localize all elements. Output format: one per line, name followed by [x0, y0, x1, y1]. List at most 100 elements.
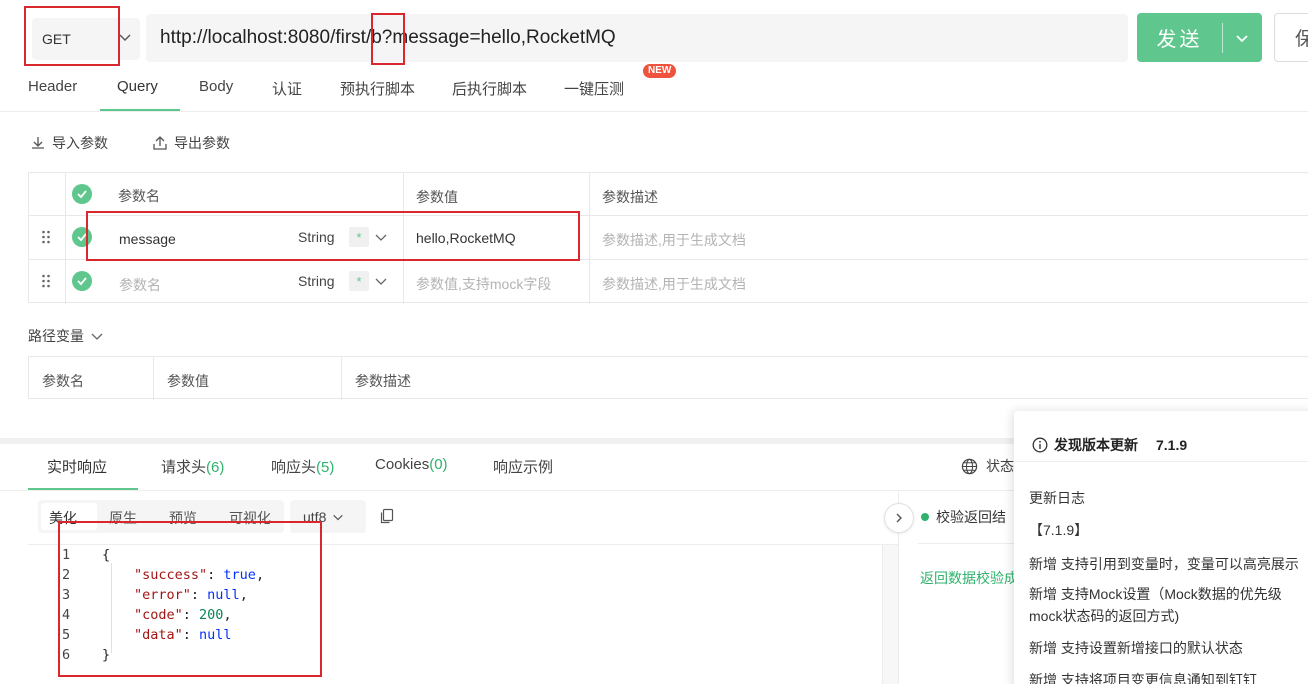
- url-input[interactable]: http://localhost:8080/first/b?message=he…: [146, 14, 1128, 62]
- tab-body[interactable]: Body: [199, 78, 233, 95]
- header-param-name: 参数名: [118, 188, 160, 204]
- json-tail: ,: [239, 587, 248, 603]
- validation-link[interactable]: 返回数据校验成: [920, 568, 1018, 588]
- chevron-down-icon: [91, 333, 103, 340]
- code-line: "success": true,: [134, 567, 265, 583]
- import-icon: [32, 137, 44, 149]
- code-line: {: [102, 547, 111, 563]
- changelog-version: 【7.1.9】: [1029, 522, 1089, 538]
- method-select[interactable]: GET: [32, 18, 140, 60]
- tab-load-test[interactable]: 一键压测: [564, 78, 624, 99]
- tab-pre-script[interactable]: 预执行脚本: [340, 78, 415, 99]
- chevron-down-icon[interactable]: [374, 274, 388, 288]
- tab-request-headers-label: 请求头: [161, 459, 207, 476]
- tab-realtime-response[interactable]: 实时响应: [47, 456, 107, 477]
- path-vars-toggle[interactable]: 路径变量: [28, 326, 104, 346]
- header-param-desc: 参数描述: [602, 189, 658, 205]
- param-value-input[interactable]: 参数值,支持mock字段: [416, 274, 551, 294]
- json-value: 200: [199, 607, 224, 623]
- view-mode-group: 美化 原生 预览 可视化: [38, 500, 284, 533]
- row-enable-checkbox[interactable]: [72, 271, 92, 291]
- tab-header[interactable]: Header: [28, 78, 77, 95]
- tab-cookies[interactable]: Cookies(0): [375, 456, 448, 473]
- import-params-button[interactable]: 导入参数: [30, 133, 108, 153]
- response-headers-count: (5): [316, 459, 335, 476]
- send-options-chevron-icon[interactable]: [1223, 30, 1261, 46]
- row-divider: [29, 259, 1308, 260]
- validation-divider: [918, 543, 1014, 544]
- validation-check-label: 校验返回结: [936, 509, 1006, 525]
- param-name-input[interactable]: message: [119, 231, 176, 247]
- required-toggle[interactable]: *: [349, 271, 369, 291]
- globe-icon: [961, 458, 978, 474]
- col-divider: [153, 357, 154, 400]
- line-number: 5: [62, 627, 71, 643]
- json-tail: ,: [255, 567, 265, 583]
- view-mode-preview[interactable]: 预览: [169, 508, 197, 528]
- tab-post-script[interactable]: 后执行脚本: [452, 78, 527, 99]
- tabs-divider: [0, 111, 1308, 112]
- chevron-right-icon: [896, 513, 902, 523]
- status-label: 状态: [986, 458, 1014, 474]
- chevron-down-icon: [333, 514, 344, 520]
- response-tabs-divider: [0, 490, 1015, 491]
- notification-title-row: 发现版本更新 7.1.9: [1032, 435, 1187, 455]
- validation-status: 校验返回结: [921, 507, 1006, 527]
- json-key: "success": [134, 567, 208, 583]
- response-body-viewer[interactable]: 1 2 3 4 5 6 { "success": true, "error": …: [28, 544, 898, 684]
- header-param-value: 参数值: [416, 189, 458, 205]
- tab-response-headers[interactable]: 响应头(5): [271, 456, 334, 477]
- drag-handle-icon[interactable]: [41, 274, 51, 288]
- code-scrollbar[interactable]: [882, 545, 898, 684]
- send-label: 发送: [1156, 29, 1203, 51]
- tab-cookies-label: Cookies: [375, 456, 430, 473]
- view-mode-pretty[interactable]: 美化: [49, 508, 77, 528]
- param-name-input[interactable]: 参数名: [119, 275, 161, 295]
- tab-response-example[interactable]: 响应示例: [493, 456, 553, 477]
- view-mode-visual[interactable]: 可视化: [229, 508, 271, 528]
- row-enable-checkbox[interactable]: [72, 227, 92, 247]
- param-desc-input[interactable]: 参数描述,用于生成文档: [602, 230, 746, 250]
- select-all-checkbox[interactable]: [72, 184, 92, 204]
- export-params-button[interactable]: 导出参数: [152, 133, 230, 153]
- tab-request-headers[interactable]: 请求头(6): [161, 456, 224, 477]
- update-notification: 发现版本更新 7.1.9 更新日志 【7.1.9】 新增 支持引用到变量时，变量…: [1014, 411, 1308, 684]
- chevron-down-icon[interactable]: [374, 230, 388, 244]
- encoding-select[interactable]: utf8: [290, 500, 366, 533]
- check-icon: [77, 190, 87, 199]
- json-value: true: [223, 567, 256, 583]
- info-icon: [1032, 437, 1048, 453]
- tab-auth[interactable]: 认证: [272, 78, 302, 99]
- param-type-select[interactable]: String: [298, 273, 335, 289]
- url-text: http://localhost:8080/first/b?message=he…: [160, 27, 616, 48]
- required-toggle[interactable]: *: [349, 227, 369, 247]
- path-header-value: 参数值: [167, 373, 209, 389]
- col-divider: [341, 357, 342, 400]
- path-vars-table: 参数名 参数值 参数描述: [28, 356, 1308, 400]
- encoding-label: utf8: [303, 508, 327, 525]
- import-params-label: 导入参数: [52, 135, 108, 151]
- col-divider: [589, 173, 590, 304]
- send-button[interactable]: 发送: [1137, 13, 1262, 62]
- path-vars-title: 路径变量: [28, 328, 84, 344]
- export-icon: [153, 136, 167, 150]
- cookies-count: (0): [429, 456, 448, 473]
- json-value: null: [207, 587, 240, 603]
- tab-query[interactable]: Query: [117, 78, 158, 95]
- param-value-input[interactable]: hello,RocketMQ: [416, 230, 516, 246]
- json-key: "error": [134, 587, 191, 603]
- changelog-item: 新增 支持引用到变量时，变量可以高亮展示: [1029, 556, 1299, 572]
- copy-icon[interactable]: [379, 508, 395, 524]
- drag-handle-icon[interactable]: [41, 230, 51, 244]
- view-mode-raw[interactable]: 原生: [109, 508, 137, 528]
- save-button[interactable]: 保: [1274, 13, 1308, 62]
- changelog-title: 更新日志: [1029, 490, 1085, 506]
- code-line: "error": null,: [134, 587, 248, 603]
- param-desc-input[interactable]: 参数描述,用于生成文档: [602, 274, 746, 294]
- changelog-item: 新增 支持将项目变更信息通知到钉钉: [1029, 672, 1257, 684]
- collapse-panel-button[interactable]: [884, 503, 914, 533]
- path-header-name: 参数名: [42, 373, 84, 389]
- line-number: 3: [62, 587, 71, 603]
- param-type-select[interactable]: String: [298, 229, 335, 245]
- line-number: 1: [62, 547, 71, 563]
